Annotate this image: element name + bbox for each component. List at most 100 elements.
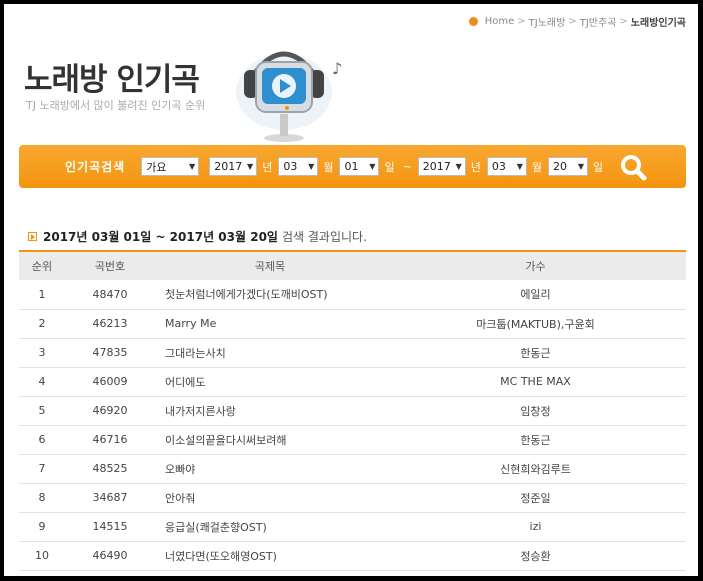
day-unit: 일 <box>384 160 395 174</box>
range-tilde: ~ <box>402 160 412 173</box>
breadcrumb-bullet-icon <box>468 17 478 26</box>
song-title-cell: 안아줘 <box>155 483 385 513</box>
rank-cell: 9 <box>19 512 65 542</box>
to-day-value: 20 <box>553 160 568 173</box>
breadcrumb-separator: > <box>517 16 526 27</box>
table-row: 8 34687 안아줘 정준일 <box>19 483 686 513</box>
day-unit: 일 <box>593 160 604 174</box>
artist-cell: MC THE MAX <box>385 367 686 397</box>
breadcrumb-home[interactable]: Home <box>485 16 515 27</box>
song-title-cell: 어디에도 <box>155 367 385 397</box>
page-subtitle: TJ 노래방에서 많이 불려진 인기곡 순위 <box>26 99 206 112</box>
chevron-down-icon: ▼ <box>247 162 254 171</box>
from-month-select[interactable]: 03 ▼ <box>278 157 319 176</box>
table-row: 5 46920 내가저지른사랑 임창정 <box>19 396 686 426</box>
artist-cell: 마크툽(MAKTUB),구윤회 <box>385 309 686 339</box>
header-title: 곡제목 <box>254 260 286 273</box>
svg-text:♪: ♪ <box>332 59 342 78</box>
rank-cell: 3 <box>19 338 65 368</box>
tv-mascot-icon: ♪ <box>236 51 342 142</box>
rank-cell: 8 <box>19 483 65 513</box>
artist-cell: 정승환 <box>385 541 686 571</box>
song-title-cell: 그대라는사치 <box>155 338 385 368</box>
chevron-down-icon: ▼ <box>369 162 376 171</box>
month-unit: 월 <box>531 160 543 174</box>
song-number-cell: 47835 <box>65 338 155 368</box>
year-unit: 년 <box>262 160 273 174</box>
genre-select[interactable]: 가요 ▼ <box>141 157 200 176</box>
chevron-down-icon: ▼ <box>308 162 315 171</box>
table-row: 7 48525 오빠야 신현희와김루트 <box>19 454 686 484</box>
breadcrumb-separator: > <box>619 16 628 27</box>
song-number-cell: 46009 <box>65 367 155 397</box>
result-range: 2017년 03월 01일 ~ 2017년 03월 20일 <box>43 230 278 244</box>
song-title-cell: Marry Me <box>155 309 385 339</box>
result-suffix: 검색 결과입니다. <box>281 230 367 244</box>
table-header-row: 순위 곡번호 곡제목 가수 <box>19 251 686 280</box>
table-row: 3 47835 그대라는사치 한동근 <box>19 338 686 368</box>
breadcrumb: Home > TJ노래방 > TJ반주곡 > 노래방인기곡 <box>468 14 686 29</box>
result-summary: 2017년 03월 01일 ~ 2017년 03월 20일 검색 결과입니다. <box>28 228 367 245</box>
song-title-cell: 오빠야 <box>155 454 385 484</box>
rank-cell: 6 <box>19 425 65 455</box>
song-number-cell: 48525 <box>65 454 155 484</box>
page-title: 노래방 인기곡 <box>24 62 200 98</box>
song-number-cell: 14515 <box>65 512 155 542</box>
song-title-cell: 응급실(쾌걸춘향OST) <box>155 512 385 542</box>
month-unit: 월 <box>323 160 334 174</box>
rank-cell: 5 <box>19 396 65 426</box>
popular-songs-table: 순위 곡번호 곡제목 가수 1 48470 첫눈처럼너에게가겠다(도깨비OST) 에일… <box>19 250 686 571</box>
result-marker-icon <box>28 232 37 241</box>
table-row: 6 46716 이소설의끝을다시써보려해 한동근 <box>19 425 686 455</box>
song-title-cell: 이소설의끝을다시써보려해 <box>155 425 385 455</box>
to-day-select[interactable]: 20 ▼ <box>548 157 589 176</box>
artist-cell: 한동근 <box>385 338 686 368</box>
song-number-cell: 46920 <box>65 396 155 426</box>
header-artist: 가수 <box>525 260 546 273</box>
rank-cell: 7 <box>19 454 65 484</box>
rank-cell: 10 <box>19 541 65 571</box>
to-year-select[interactable]: 2017 ▼ <box>417 157 466 176</box>
song-number-cell: 34687 <box>65 483 155 513</box>
rank-cell: 4 <box>19 367 65 397</box>
artist-cell: 에일리 <box>385 280 686 310</box>
chevron-down-icon: ▼ <box>189 162 196 171</box>
song-title-cell: 내가저지른사랑 <box>155 396 385 426</box>
song-number-cell: 46213 <box>65 309 155 339</box>
to-month-value: 03 <box>491 160 506 173</box>
from-day-select[interactable]: 01 ▼ <box>339 157 380 176</box>
artist-cell: 임창정 <box>385 396 686 426</box>
chevron-down-icon: ▼ <box>516 162 523 171</box>
song-title-cell: 너였다면(또오해영OST) <box>155 541 385 571</box>
artist-cell: 신현희와김루트 <box>385 454 686 484</box>
from-year-value: 2017 <box>214 160 243 173</box>
breadcrumb-tj-noraebang[interactable]: TJ노래방 <box>529 14 566 29</box>
year-unit: 년 <box>470 160 481 174</box>
table-row: 10 46490 너였다면(또오해영OST) 정승환 <box>19 541 686 571</box>
artist-cell: izi <box>385 512 686 542</box>
to-year-value: 2017 <box>422 160 451 173</box>
song-number-cell: 46716 <box>65 425 155 455</box>
breadcrumb-current: 노래방인기곡 <box>630 18 686 29</box>
chevron-down-icon: ▼ <box>577 162 585 171</box>
table-row: 2 46213 Marry Me 마크툽(MAKTUB),구윤회 <box>19 309 686 339</box>
to-month-select[interactable]: 03 ▼ <box>486 157 527 176</box>
header-rank: 순위 <box>31 260 53 273</box>
header-number: 곡번호 <box>94 260 126 273</box>
genre-select-value: 가요 <box>146 160 167 174</box>
table-row: 9 14515 응급실(쾌걸춘향OST) izi <box>19 512 686 542</box>
breadcrumb-separator: > <box>568 16 577 27</box>
search-label: 인기곡검색 <box>65 160 126 174</box>
table-row: 1 48470 첫눈처럼너에게가겠다(도깨비OST) 에일리 <box>19 280 686 310</box>
breadcrumb-tj-banjugok[interactable]: TJ반주곡 <box>580 14 617 29</box>
table-row: 4 46009 어디에도 MC THE MAX <box>19 367 686 397</box>
rank-cell: 1 <box>19 280 65 310</box>
artist-cell: 한동근 <box>385 425 686 455</box>
page-frame: Home > TJ노래방 > TJ반주곡 > 노래방인기곡 노래방 인기곡 TJ… <box>4 4 698 576</box>
chevron-down-icon: ▼ <box>455 162 462 171</box>
magnifier-icon[interactable] <box>619 153 647 181</box>
song-title-cell: 첫눈처럼너에게가겠다(도깨비OST) <box>155 280 385 310</box>
from-year-select[interactable]: 2017 ▼ <box>209 157 258 176</box>
from-month-value: 03 <box>283 160 298 173</box>
search-bar: 인기곡검색 가요 ▼ 2017 ▼ 년 03 ▼ 월 01 ▼ 일 ~ 2017… <box>19 145 686 188</box>
